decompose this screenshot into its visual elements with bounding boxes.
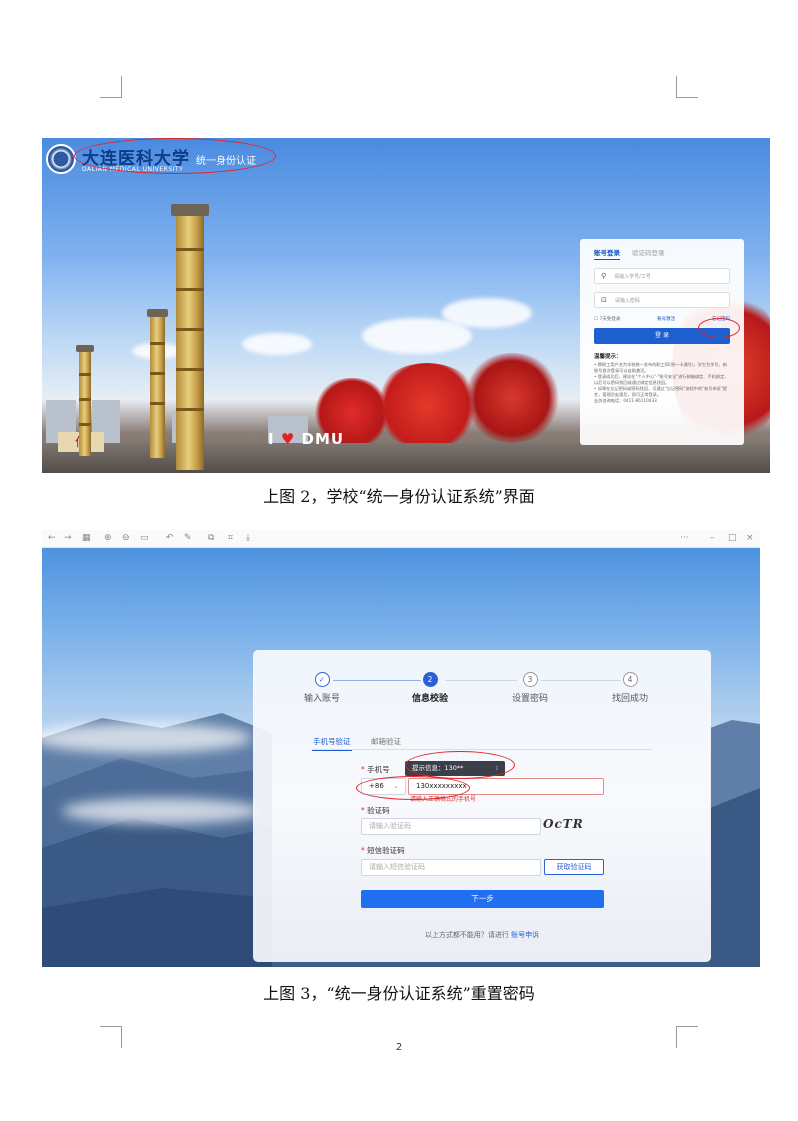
red-tree xyxy=(462,353,562,443)
activate-account-link[interactable]: 账号激活 xyxy=(657,316,675,322)
annotation-oval-phone xyxy=(356,776,470,800)
figure-3-caption: 上图 3，“统一身份认证系统”重置密码 xyxy=(263,984,535,1003)
idmu-sculpture: I ♥ DMU xyxy=(268,430,345,448)
captcha-label: * 验证码 xyxy=(361,806,390,815)
check-icon: ✓ xyxy=(314,672,330,687)
verify-tabs: 手机号验证 邮箱验证 xyxy=(312,736,652,751)
figure-2-caption: 上图 2，学校“统一身份认证系统”界面 xyxy=(263,487,535,506)
forward-icon[interactable]: → xyxy=(64,533,72,543)
pillar-small xyxy=(76,345,94,456)
corner-mark-top-right xyxy=(676,76,698,98)
download-icon[interactable]: ⤓ xyxy=(246,533,250,543)
next-step-button[interactable]: 下一步 xyxy=(361,890,604,908)
pillar-medium xyxy=(147,309,168,458)
captcha-image[interactable]: OcTR xyxy=(543,817,605,834)
browser-toolbar: ← → ▦ ⊕ ⊖ ▭ ↶ ✎ ⧉ ⌗ ⤓ ··· – □ × xyxy=(42,530,760,548)
copy-icon[interactable]: ⧉ xyxy=(208,533,214,543)
appeal-footer: 以上方式都不能用？请进行 账号申诉 xyxy=(424,931,540,939)
tab-email-verify[interactable]: 邮箱验证 xyxy=(371,736,401,747)
annotation-oval-logo xyxy=(74,138,276,174)
grid-icon[interactable]: ▦ xyxy=(82,533,91,543)
crop-icon[interactable]: ⌗ xyxy=(228,533,233,543)
captcha-input[interactable]: 请输入验证码 xyxy=(361,818,541,835)
password-input[interactable]: ⊡ 请输入密码 xyxy=(594,292,730,308)
user-icon: ⚲ xyxy=(601,272,607,280)
step-2: 2 信息校验 xyxy=(380,672,480,704)
edit-icon[interactable]: ✎ xyxy=(184,533,192,543)
annotation-oval-forgot-password xyxy=(698,318,740,338)
minimize-icon[interactable]: – xyxy=(710,533,715,543)
reset-password-card: ✓ 输入账号 2 信息校验 3 设置密码 4 找回成功 手机号验证 邮箱验证 * 手机号… xyxy=(253,650,711,962)
step-1: ✓ 输入账号 xyxy=(272,672,372,704)
fog xyxy=(42,723,252,753)
document-page: { "figure2": { "logo_cn": "大连医科大学", "log… xyxy=(0,0,798,1121)
zoom-out-icon[interactable]: ⊖ xyxy=(122,533,130,543)
tip-line: • 登录成功后，建议在"个人中心"-"账号安全"进行邮箱绑定、手机绑定，以后可以… xyxy=(594,374,729,385)
page-number: 2 xyxy=(395,1042,403,1053)
more-icon[interactable]: ··· xyxy=(680,533,689,543)
figure-3-screenshot: ✓ 输入账号 2 信息校验 3 设置密码 4 找回成功 手机号验证 邮箱验证 * 手机号… xyxy=(42,548,760,967)
tab-phone-verify[interactable]: 手机号验证 xyxy=(312,736,352,751)
lock-icon: ⊡ xyxy=(601,296,607,304)
remember-checkbox[interactable]: ☐ 7天免登录 xyxy=(594,316,620,322)
account-appeal-link[interactable]: 账号申诉 xyxy=(511,931,539,939)
tip-line: • 教职工用户名为学校统一发布的职工ID(例一卡通号)，学生为学号，新账号首次登… xyxy=(594,362,727,373)
back-icon[interactable]: ← xyxy=(48,533,56,543)
tip-line: • 如果在忘记密码或密码找回，可通过"忘记密码"流程中的"账号申诉"提交，管理员… xyxy=(594,386,727,397)
figure-2-screenshot: 仁 I ♥ DMU 大连医科大学 DALIAN MEDICAL UNIVERSI… xyxy=(42,138,770,473)
cloud xyxy=(442,298,532,328)
tab-account-login[interactable]: 账号登录 xyxy=(594,247,620,260)
zoom-in-icon[interactable]: ⊕ xyxy=(104,533,112,543)
cloud xyxy=(242,333,312,355)
university-seal xyxy=(46,144,76,174)
close-icon[interactable]: × xyxy=(746,533,754,543)
tip-line: 业务咨询电话：0411-86110433 xyxy=(594,398,657,403)
corner-mark-top-left xyxy=(100,76,122,98)
pillar-large xyxy=(171,204,209,470)
fog xyxy=(62,798,262,824)
step-3: 3 设置密码 xyxy=(480,672,580,704)
fit-icon[interactable]: ▭ xyxy=(140,533,149,543)
step-4: 4 找回成功 xyxy=(580,672,680,704)
sms-label: * 短信验证码 xyxy=(361,846,405,855)
maximize-icon[interactable]: □ xyxy=(728,533,737,543)
phone-label: * 手机号 xyxy=(361,765,390,774)
sms-code-input[interactable]: 请输入短信验证码 xyxy=(361,859,541,876)
login-panel: 账号登录 验证码登录 ⚲ 请输入学号/工号 ⊡ 请输入密码 ☐ 7天免登录 账号激活… xyxy=(580,239,744,445)
tab-code-login[interactable]: 验证码登录 xyxy=(632,247,665,260)
get-code-button[interactable]: 获取验证码 xyxy=(544,859,604,875)
username-input[interactable]: ⚲ 请输入学号/工号 xyxy=(594,268,730,284)
stepper: ✓ 输入账号 2 信息校验 3 设置密码 4 找回成功 xyxy=(253,672,711,712)
tips-title: 温馨提示： xyxy=(594,354,622,360)
annotation-oval-tooltip xyxy=(405,751,515,779)
rotate-icon[interactable]: ↶ xyxy=(166,533,174,543)
